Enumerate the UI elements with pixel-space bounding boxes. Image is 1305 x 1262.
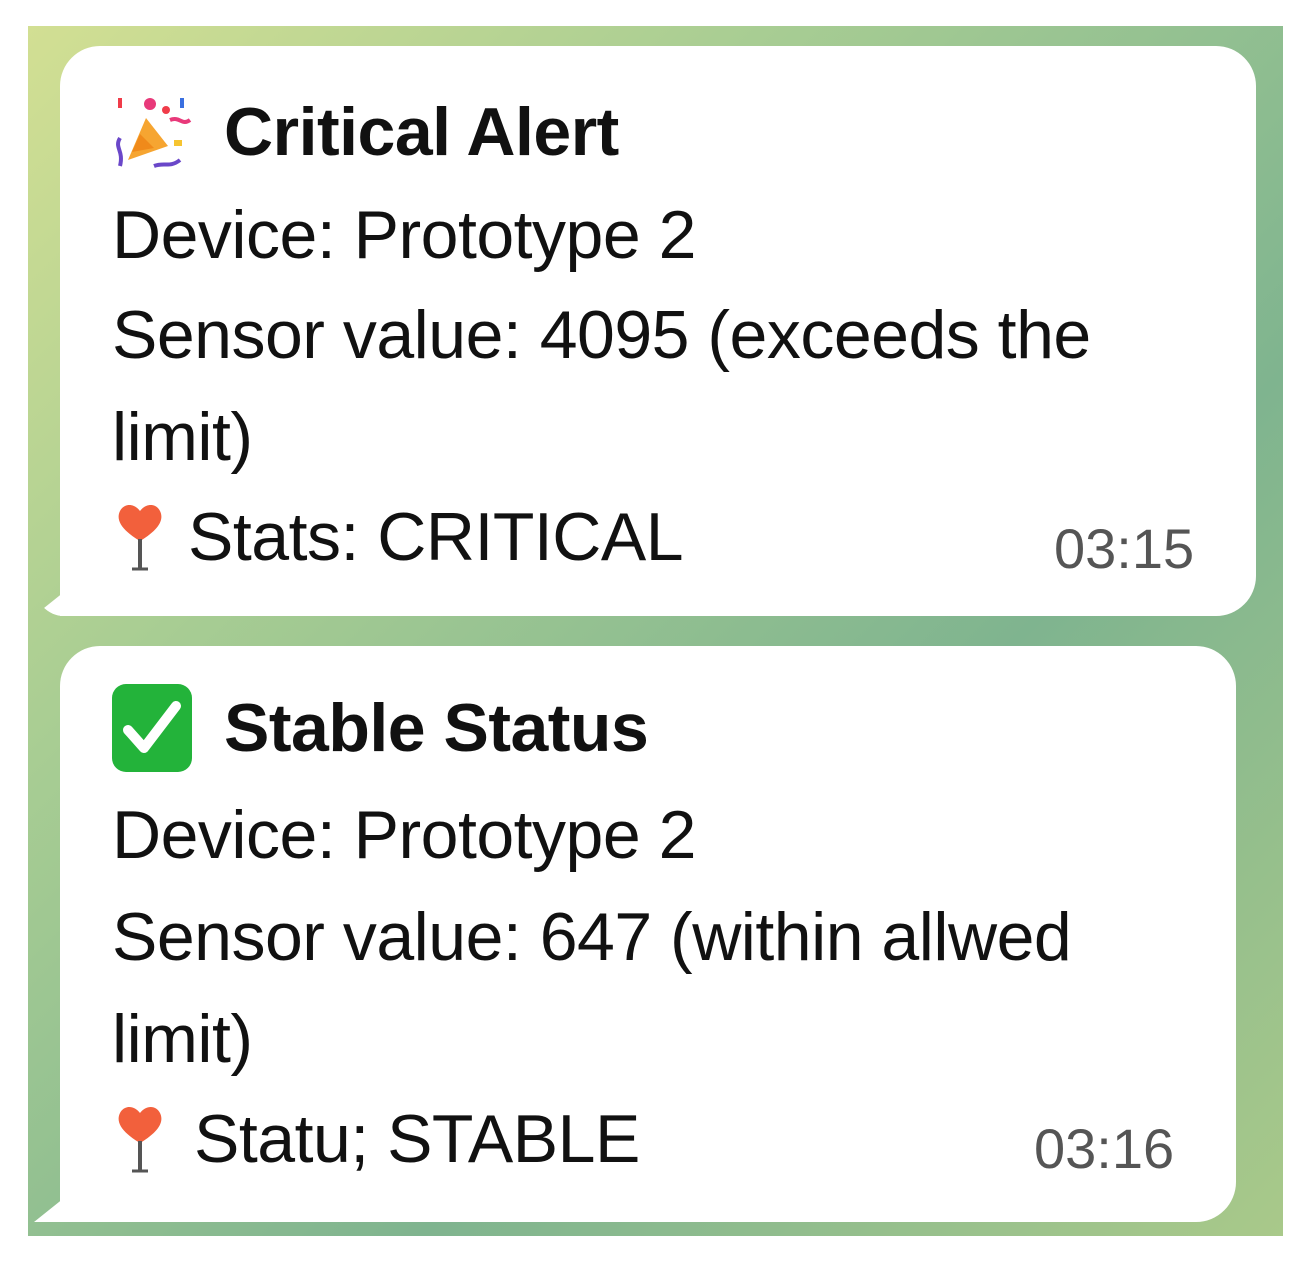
pin-icon [112,499,168,575]
message-bubble-critical[interactable]: Critical Alert Device: Prototype 2 Senso… [60,46,1256,616]
status-row: Stats: CRITICAL [112,498,684,576]
device-line: Device: Prototype 2 [112,197,696,273]
sensor-line: Sensor value: 647 (within allwed [112,899,1072,975]
device-line: Device: Prototype 2 [112,797,696,873]
status-text: Statu; STABLE [194,1101,640,1177]
party-popper-icon [110,90,194,174]
status-row: Statu; STABLE [112,1100,640,1178]
sensor-line-continued: limit) [112,1001,253,1077]
message-title-row: Stable Status [110,682,649,774]
message-title: Critical Alert [224,94,619,170]
message-timestamp: 03:15 [1054,517,1195,580]
sensor-line-continued: limit) [112,399,253,475]
status-text: Stats: CRITICAL [188,499,684,575]
sensor-line: Sensor value: 4095 (exceeds the [112,297,1091,373]
message-title: Stable Status [224,690,649,766]
message-title-row: Critical Alert [110,90,619,174]
message-timestamp: 03:16 [1034,1117,1175,1180]
check-mark-icon [110,682,194,774]
pin-icon [112,1101,168,1177]
message-bubble-stable[interactable]: Stable Status Device: Prototype 2 Sensor… [60,646,1236,1222]
